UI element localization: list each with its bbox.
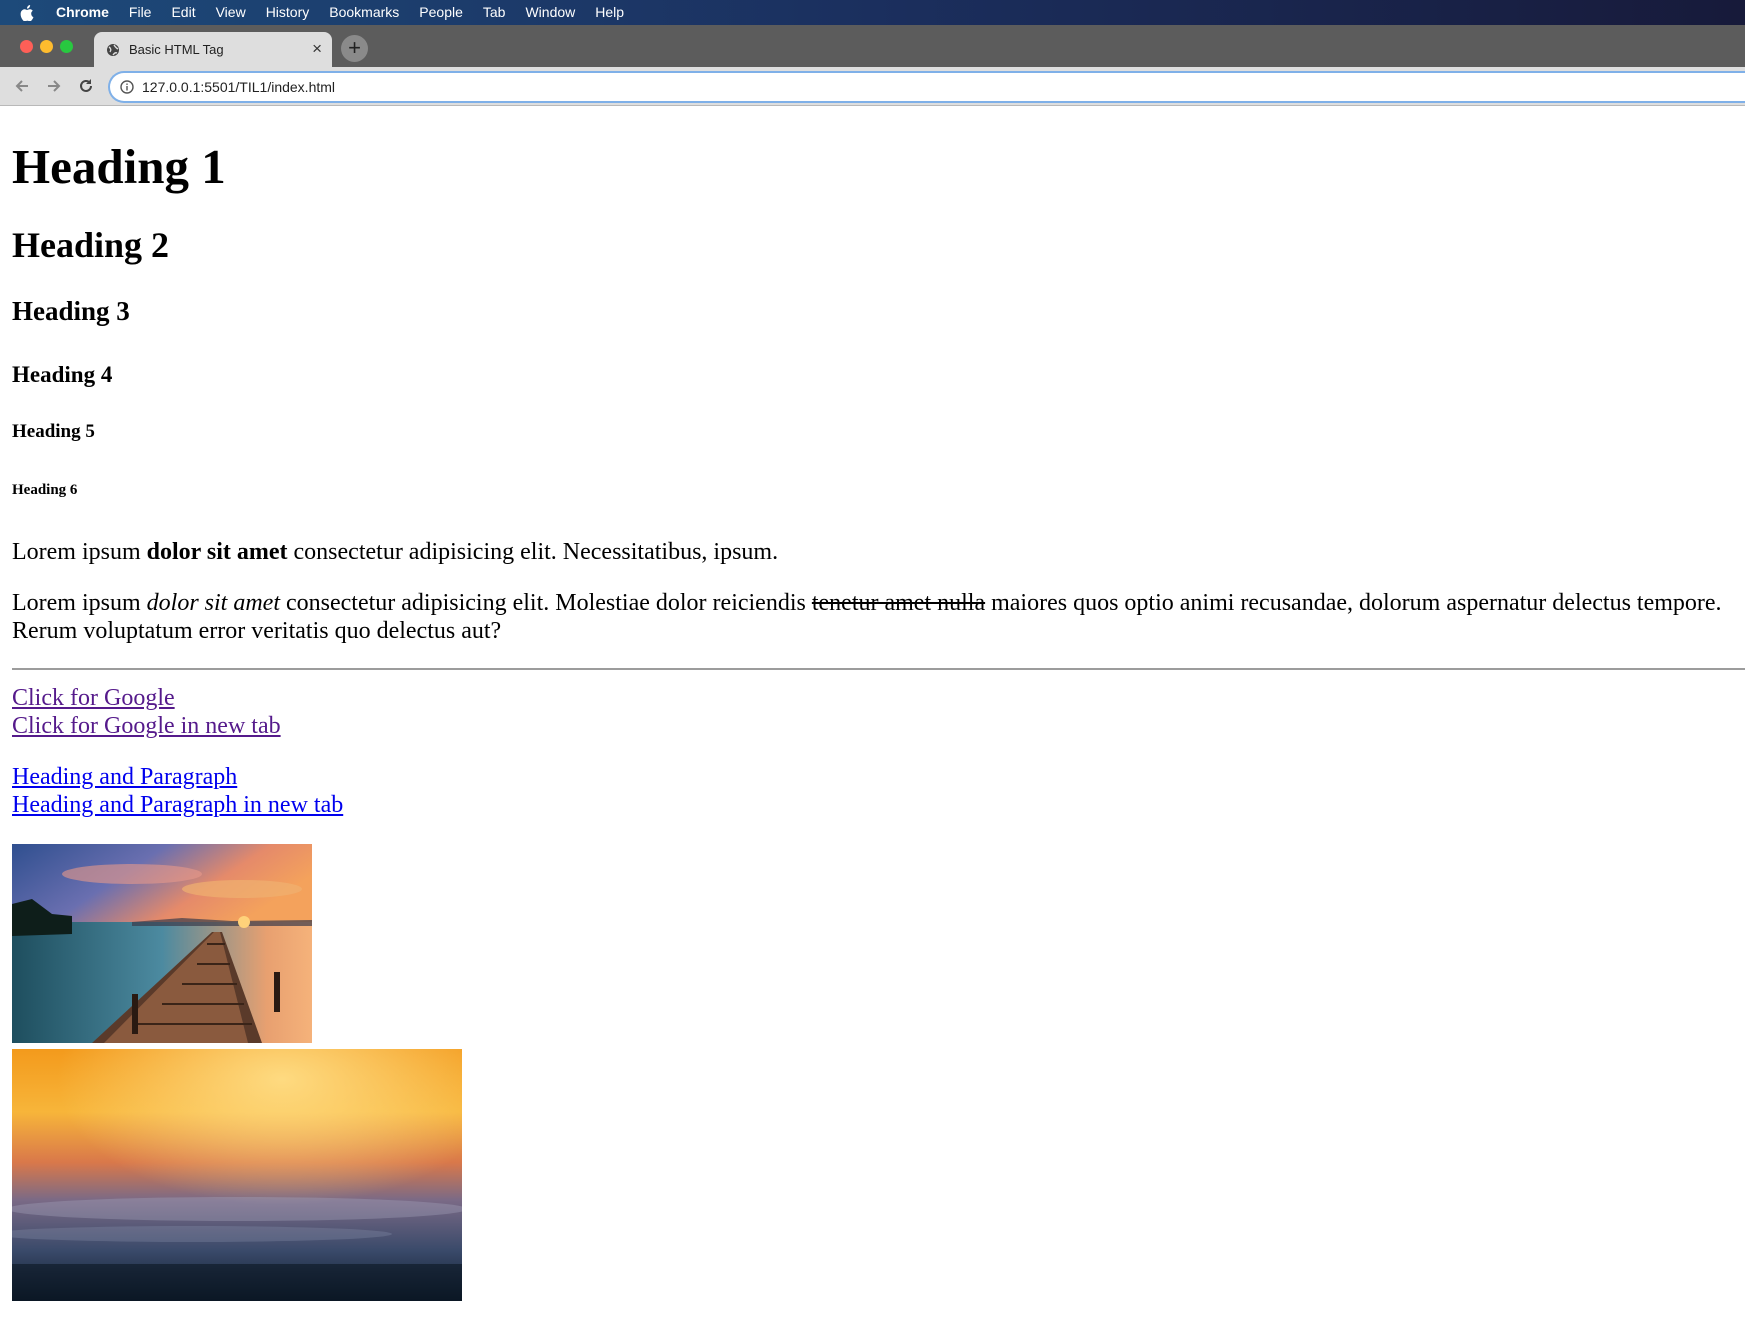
macos-menu-bar: Chrome File Edit View History Bookmarks …	[0, 0, 1745, 25]
p1-text-before: Lorem ipsum	[12, 539, 147, 565]
local-links: Heading and Paragraph Heading and Paragr…	[12, 763, 343, 819]
apple-logo-icon[interactable]	[20, 0, 40, 25]
address-url[interactable]: 127.0.0.1:5501/TIL1/index.html	[142, 79, 335, 95]
menu-window[interactable]: Window	[525, 0, 575, 25]
close-window-button[interactable]	[20, 40, 33, 53]
address-bar[interactable]: 127.0.0.1:5501/TIL1/index.html	[108, 71, 1745, 103]
menu-bookmarks[interactable]: Bookmarks	[329, 0, 399, 25]
close-tab-icon[interactable]: ×	[312, 39, 322, 59]
minimize-window-button[interactable]	[40, 40, 53, 53]
p2-strikethrough-text: tenetur amet nulla	[811, 590, 986, 616]
ocean-sunset-image	[12, 1049, 462, 1301]
google-links: Click for Google Click for Google in new…	[12, 684, 281, 740]
heading-6: Heading 6	[12, 482, 78, 498]
menu-file[interactable]: File	[129, 0, 152, 25]
horizontal-rule	[12, 668, 1745, 670]
google-new-tab-link[interactable]: Click for Google in new tab	[12, 713, 281, 739]
google-link[interactable]: Click for Google	[12, 685, 175, 711]
menu-people[interactable]: People	[419, 0, 463, 25]
menu-edit[interactable]: Edit	[171, 0, 195, 25]
heading-1: Heading 1	[12, 139, 226, 194]
pier-sunset-image	[12, 844, 312, 1043]
menu-app-chrome[interactable]: Chrome	[56, 0, 109, 25]
browser-tab-active[interactable]: Basic HTML Tag ×	[94, 32, 332, 67]
p1-text-after: consectetur adipisicing elit. Necessitat…	[287, 539, 779, 565]
menu-view[interactable]: View	[216, 0, 246, 25]
back-arrow-icon[interactable]	[12, 76, 32, 96]
heading-5: Heading 5	[12, 421, 95, 442]
globe-icon	[106, 43, 120, 57]
heading-3: Heading 3	[12, 296, 130, 326]
forward-arrow-icon[interactable]	[44, 76, 64, 96]
heading-paragraph-link[interactable]: Heading and Paragraph	[12, 764, 237, 790]
info-icon[interactable]	[120, 80, 134, 94]
reload-icon[interactable]	[76, 76, 96, 96]
p2-text-middle: consectetur adipisicing elit. Molestiae …	[280, 590, 812, 616]
heading-2: Heading 2	[12, 225, 170, 265]
browser-toolbar: 127.0.0.1:5501/TIL1/index.html	[0, 67, 1745, 106]
p1-bold-text: dolor sit amet	[146, 539, 288, 565]
tab-title: Basic HTML Tag	[129, 42, 224, 57]
paragraph-italic-strike: Lorem ipsum dolor sit amet consectetur a…	[12, 589, 1742, 645]
menu-help[interactable]: Help	[595, 0, 624, 25]
p2-text-before: Lorem ipsum	[12, 590, 147, 616]
heading-4: Heading 4	[12, 362, 113, 387]
new-tab-button[interactable]: +	[341, 35, 368, 62]
paragraph-bold: Lorem ipsum dolor sit amet consectetur a…	[12, 538, 1742, 566]
menu-tab[interactable]: Tab	[483, 0, 506, 25]
tab-strip: Basic HTML Tag × +	[0, 25, 1745, 67]
p2-italic-text: dolor sit amet	[146, 590, 280, 616]
menu-history[interactable]: History	[266, 0, 310, 25]
maximize-window-button[interactable]	[60, 40, 73, 53]
heading-paragraph-new-tab-link[interactable]: Heading and Paragraph in new tab	[12, 792, 343, 818]
